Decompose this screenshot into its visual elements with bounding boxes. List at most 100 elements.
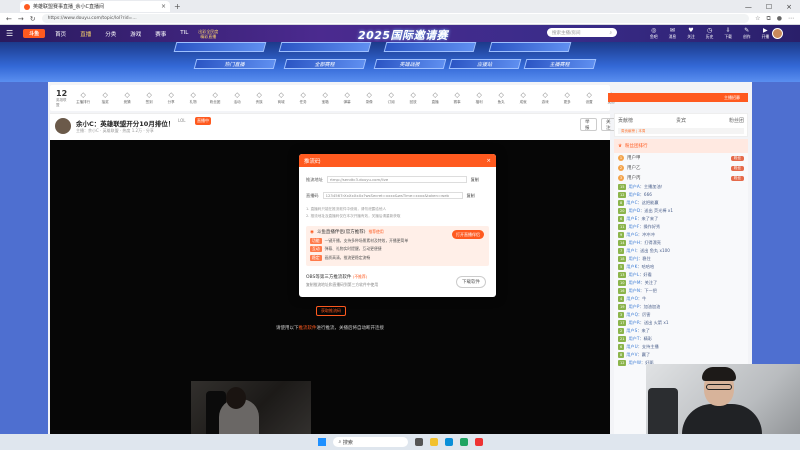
windows-start-icon[interactable] [317,438,326,446]
new-tab-icon[interactable]: + [174,2,181,11]
browser-menu-icon[interactable]: ⋯ [788,15,794,22]
back-icon[interactable]: ← [6,15,12,23]
recruit-banner[interactable]: 主播招募 [608,93,748,102]
reload-icon[interactable]: ↻ [30,15,36,23]
chat-username[interactable]: 用户G [626,232,638,237]
task-view-icon[interactable] [414,438,423,446]
chat-username[interactable]: 用户U [626,344,637,349]
chat-username[interactable]: 用户E [626,216,637,221]
chat-username[interactable]: 用户W [628,360,641,365]
rank-tab[interactable]: 粉丝团 [729,117,744,124]
search-input[interactable]: 搜索主播/房间 ⌕ [547,28,617,37]
chat-username[interactable]: 用户T [628,336,639,341]
open-assistant-button[interactable]: 打开直播伴侣 [452,230,484,239]
toolbar-item[interactable]: ◇ 设置 [579,91,599,105]
extensions-icon[interactable]: ⧉ [766,15,770,23]
maximize-icon[interactable]: ☐ [766,3,772,11]
toolbar-item[interactable]: ◇ 录像 [359,91,379,105]
fan-rank-header[interactable]: ♛ 粉丝团排行 [614,139,748,153]
toolbar-item[interactable]: ◇ 贵族 [249,91,269,105]
chat-username[interactable]: 用户L [628,272,639,277]
toolbar-item[interactable]: ◇ 礼物 [183,91,203,105]
stream-tag[interactable]: LOL [178,118,185,123]
report-button[interactable]: 举报 [580,118,597,131]
copy-key-button[interactable]: 复制 [467,193,475,199]
file-explorer-icon[interactable] [429,438,438,446]
chat-username[interactable]: 用户S [626,328,637,333]
toolbar-item[interactable]: ◇ 宝箱 [315,91,335,105]
header-icon-button[interactable]: ◷ 历史 [706,27,714,40]
chat-username[interactable]: 用户R [628,320,639,325]
server-address-field[interactable]: rtmp://sendtc3.douyu.com/live [326,176,467,183]
chat-username[interactable]: 用户I [626,248,636,253]
chat-username[interactable]: 用户N [628,288,640,293]
header-icon-button[interactable]: ✉ 消息 [669,27,677,40]
nav-item[interactable]: 直播 [80,30,91,38]
toolbar-item[interactable]: ◇ 游戏 [535,91,555,105]
event-button[interactable]: 热门直播 [193,59,277,69]
event-button[interactable] [383,42,477,52]
taskbar-search-input[interactable]: ⌕ 搜索 [332,437,408,447]
close-tab-icon[interactable]: × [161,3,166,10]
toolbar-item[interactable]: ◇ 粉丝团 [205,91,225,105]
chat-username[interactable]: 用户A [628,184,639,189]
toolbar-item[interactable]: ◇ 赛事 [447,91,467,105]
toolbar-item[interactable]: ◇ 福利 [469,91,489,105]
nav-item[interactable]: 赛事 [155,30,166,38]
toolbar-item[interactable]: ◇ 回放 [403,91,423,105]
event-banner-title[interactable]: 2025国际邀请赛 [348,27,458,42]
toolbar-item[interactable]: ◇ 鱼丸 [491,91,511,105]
toolbar-item[interactable]: ◇ 任务 [293,91,313,105]
minimize-icon[interactable]: — [745,3,752,11]
chat-username[interactable]: 用户B [628,192,639,197]
event-button[interactable] [173,42,267,52]
copy-server-button[interactable]: 复制 [471,177,479,183]
dialog-close-icon[interactable]: × [486,158,491,164]
nav-item[interactable]: TIL [180,30,188,38]
site-logo[interactable]: 斗鱼 [23,29,46,38]
hamburger-menu-icon[interactable]: ☰ [6,29,13,38]
header-icon-button[interactable]: ⇩ 下载 [724,27,732,40]
chat-username[interactable]: 用户D [628,208,640,213]
window-close-icon[interactable]: × [786,3,792,11]
fan-row[interactable]: 2 用户乙 粉丝 [614,163,748,173]
forward-icon[interactable]: → [18,15,24,23]
toolbar-item[interactable]: ◇ 商城 [271,91,291,105]
app-icon[interactable] [459,438,468,446]
search-icon[interactable]: ⌕ [609,30,612,36]
fan-row[interactable]: 1 用户甲 粉丝 [614,153,748,163]
header-promo[interactable]: 出彩全民度 精彩直播 [198,29,218,39]
event-button[interactable]: 应援站 [448,59,522,69]
chat-username[interactable]: 用户M [628,280,640,285]
chat-username[interactable]: 用户J [628,256,638,261]
rank-bar[interactable]: 周贡献榜 | 本周 [618,128,744,134]
toolbar-item[interactable]: ◇ 主播排行 [73,91,93,105]
toolbar-item[interactable]: ◇ 直播 [425,91,445,105]
browser-tab[interactable]: 英雄联盟赛事直播_余小C直播间 × [20,1,170,12]
get-stream-key-button[interactable]: 获取推流码 [316,306,346,316]
event-button[interactable] [278,42,372,52]
star-icon[interactable]: ☆ [755,15,760,22]
chat-username[interactable]: 用户P [628,304,639,309]
edge-browser-icon[interactable] [444,438,453,446]
chat-username[interactable]: 用户K [626,264,637,269]
url-input[interactable]: https://www.douyu.com/topic/lol?rid=... [41,14,750,23]
nav-item[interactable]: 首页 [55,30,66,38]
chat-username[interactable]: 用户O [626,296,638,301]
nav-item[interactable]: 分类 [105,30,116,38]
event-button[interactable] [488,42,572,52]
chat-username[interactable]: 用户H [628,240,640,245]
event-button[interactable]: 主播赛程 [523,59,597,69]
hint-link[interactable]: 推流软件 [299,326,317,331]
rank-tab[interactable]: 贡献榜 [618,117,633,124]
nav-item[interactable]: 游戏 [130,30,141,38]
streamer-avatar[interactable] [55,118,71,134]
header-icon-button[interactable]: ◎ 鱼吧 [650,27,658,40]
toolbar-item[interactable]: ◇ 竞猜 [117,91,137,105]
header-icon-button[interactable]: ♥ 关注 [687,27,695,40]
header-icon-button[interactable]: ✎ 创作 [743,27,751,40]
chat-username[interactable]: 用户F [628,224,639,229]
chat-username[interactable]: 用户V [626,352,637,357]
fan-row[interactable]: 3 用户丙 粉丝 [614,173,748,183]
toolbar-item[interactable]: ◇ 活动 [227,91,247,105]
